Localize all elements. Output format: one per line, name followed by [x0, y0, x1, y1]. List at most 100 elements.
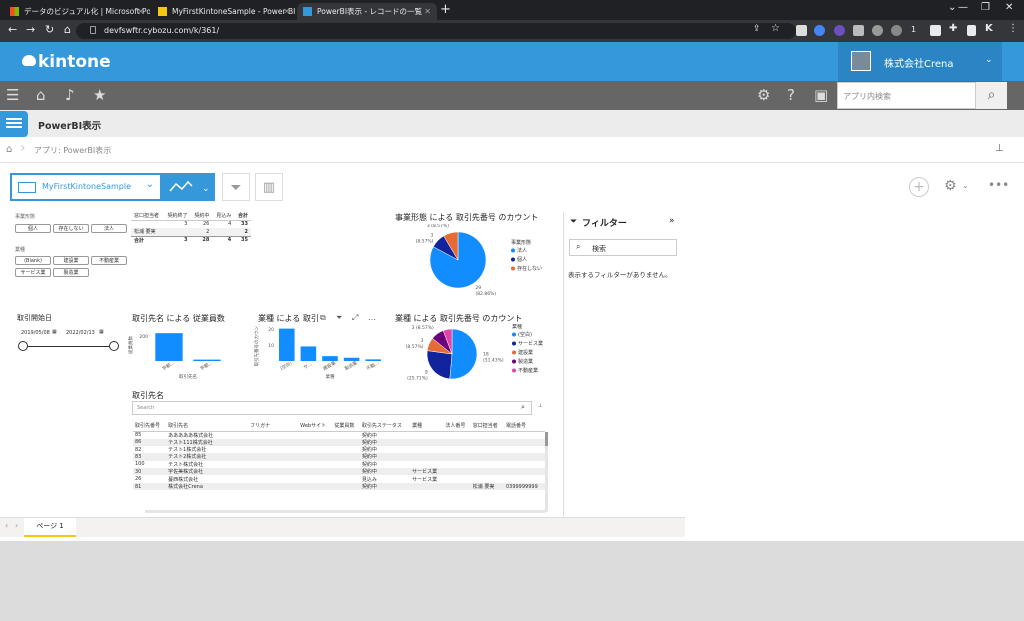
slicer-item[interactable]: 法人: [91, 224, 127, 233]
home-icon[interactable]: ⌂: [6, 144, 12, 155]
puzzle-icon[interactable]: ✚: [949, 23, 957, 34]
extension-icon[interactable]: [891, 25, 902, 36]
column-header[interactable]: フリガナ: [248, 421, 298, 431]
slider-handle-start[interactable]: [18, 341, 28, 351]
extension-icon[interactable]: [834, 25, 845, 36]
table-row[interactable]: 81 株式会社Crena 契約中 松浦 要実 0399999999: [133, 482, 545, 491]
table-row[interactable]: 85 あああああ株式会社 契約中: [133, 431, 545, 439]
column-header[interactable]: Webサイト: [298, 421, 332, 431]
table-search-input[interactable]: [132, 401, 532, 415]
pin-icon[interactable]: ⊥: [538, 403, 542, 409]
filter-search-input[interactable]: [569, 239, 677, 256]
slicer-item[interactable]: 存在しない: [53, 224, 89, 233]
chevron-right-icon[interactable]: ›: [15, 521, 18, 530]
extension-icon[interactable]: [930, 25, 941, 36]
breadcrumb[interactable]: アプリ: PowerBI表示: [34, 145, 111, 156]
gear-icon[interactable]: ⚙: [757, 86, 770, 104]
column-header[interactable]: 取引先番号: [133, 421, 166, 431]
table-row[interactable]: 86 テスト111株式会社 契約中: [133, 438, 545, 446]
hamburger-icon[interactable]: ☰: [6, 86, 19, 104]
extension-icon[interactable]: [872, 25, 883, 36]
star-icon[interactable]: ☆: [771, 23, 780, 34]
browser-tab-1[interactable]: データのビジュアル化 | Microsoft Po... ✕: [4, 3, 150, 20]
graph-selector[interactable]: ⌄: [162, 173, 215, 201]
home-icon[interactable]: ⌂: [36, 86, 46, 104]
new-tab-button[interactable]: +: [440, 2, 451, 17]
filter-button[interactable]: ⏷: [222, 173, 250, 201]
table-row[interactable]: 26 蔓西株式会社 見込み サービス業: [133, 475, 545, 483]
employees-bar-chart[interactable]: 宇都... 宇都...取引先名 従業員数 200: [128, 325, 232, 390]
table-row[interactable]: 100 テスト株式会社 契約中: [133, 461, 545, 468]
close-icon[interactable]: ✕: [283, 3, 290, 20]
more-options-icon[interactable]: …: [368, 313, 376, 322]
star-icon[interactable]: ★: [93, 86, 106, 104]
page-tab[interactable]: ページ 1: [24, 518, 76, 537]
table-row[interactable]: 82 テスト1株式会社 契約中: [133, 446, 545, 454]
restore-icon[interactable]: ❐: [981, 2, 990, 13]
gear-icon[interactable]: ⚙: [944, 178, 957, 194]
forward-icon[interactable]: →: [26, 23, 35, 36]
close-window-icon[interactable]: ✕: [1005, 2, 1013, 13]
sidebar-icon[interactable]: [967, 25, 976, 36]
slicer-item[interactable]: 建設業: [53, 256, 89, 265]
industry-bar-chart[interactable]: (空白) サ... 建設業 製造業 不動... 業種 取引先番号のカウント 20 10: [254, 325, 386, 390]
chevron-left-icon[interactable]: ‹: [5, 521, 8, 530]
minimize-icon[interactable]: —: [958, 2, 968, 13]
scrollbar-thumb[interactable]: [545, 432, 548, 446]
extension-icon[interactable]: [814, 25, 825, 36]
industry-pie-chart[interactable]: 18(51.43%) 9(25.71%) 3(8.57%) 3 (8.57%) 2 業種(…: [400, 324, 560, 388]
back-icon[interactable]: ←: [8, 23, 17, 36]
browser-tab-2[interactable]: MyFirstKintoneSample - Power BI ✕: [152, 3, 296, 20]
help-icon[interactable]: ?: [787, 86, 795, 104]
reload-icon[interactable]: ↻: [45, 23, 54, 36]
slicer-item[interactable]: サービス業: [15, 268, 51, 277]
add-record-button[interactable]: +: [909, 177, 929, 197]
close-icon[interactable]: ✕: [137, 3, 144, 20]
filter-icon[interactable]: ⏷: [336, 313, 342, 323]
collapse-icon[interactable]: »: [669, 216, 675, 226]
search-button[interactable]: ⌕: [976, 82, 1007, 109]
column-header[interactable]: 取引先ステータス: [360, 421, 410, 431]
slicer-item[interactable]: (Blank): [15, 256, 51, 265]
column-header[interactable]: 電話番号: [504, 421, 545, 431]
bell-icon[interactable]: ♪: [65, 86, 75, 104]
slicer-item[interactable]: 製造業: [53, 268, 89, 277]
focus-mode-icon[interactable]: ⤢: [352, 313, 358, 323]
extension-icon[interactable]: [796, 25, 807, 36]
copy-icon[interactable]: ⧉: [320, 313, 326, 323]
browser-tab-3[interactable]: PowerBI表示 - レコードの一覧 ✕: [297, 3, 437, 20]
column-header[interactable]: 従業員数: [332, 421, 359, 431]
table-row[interactable]: 30 宇佐美株式会社 契約中 サービス業: [133, 468, 545, 476]
kintone-logo[interactable]: kintone: [38, 52, 111, 72]
calendar-icon[interactable]: ▦: [99, 329, 104, 335]
horizontal-scrollbar[interactable]: [145, 510, 545, 513]
calendar-icon[interactable]: ▦: [52, 329, 57, 335]
people-icon[interactable]: ▣: [814, 86, 828, 104]
date-from[interactable]: 2019/05/08: [21, 330, 50, 336]
chevron-down-icon[interactable]: ⌄: [962, 181, 969, 190]
slicer-item[interactable]: 個人: [15, 224, 51, 233]
app-icon[interactable]: [0, 111, 28, 137]
table-row[interactable]: 83 テスト2株式会社 契約中: [133, 453, 545, 461]
column-header[interactable]: 業種: [410, 421, 443, 431]
pin-icon[interactable]: ⊥: [995, 143, 1004, 154]
share-icon[interactable]: ⇪: [753, 24, 761, 34]
column-header[interactable]: 法人番号: [443, 421, 470, 431]
url-text[interactable]: devfswftr.cybozu.com/k/361/: [104, 23, 219, 39]
business-type-pie-chart[interactable]: 29(82.86%) 3(8.57%) 3 (8.57%) 事業形態法人個人存在しない: [400, 224, 560, 296]
menu-icon[interactable]: ⋮: [1008, 23, 1018, 34]
close-icon[interactable]: ✕: [424, 3, 431, 20]
slicer-item[interactable]: 不動産業: [91, 256, 127, 265]
table-cell: 株式会社Crena: [166, 482, 249, 491]
more-icon[interactable]: •••: [988, 178, 1009, 192]
home-icon[interactable]: ⌂: [64, 23, 71, 36]
column-header[interactable]: 取引先名: [166, 421, 248, 431]
column-header[interactable]: 窓口担当者: [471, 421, 504, 431]
slider-handle-end[interactable]: [109, 341, 119, 351]
chart-button[interactable]: ▥: [255, 173, 283, 201]
profile-icon[interactable]: K: [985, 23, 993, 34]
chevron-down-icon[interactable]: ⌄: [948, 2, 956, 13]
chevron-down-icon[interactable]: ⌄: [985, 55, 993, 65]
extension-icon[interactable]: [853, 25, 864, 36]
date-to[interactable]: 2022/02/13: [66, 330, 95, 336]
